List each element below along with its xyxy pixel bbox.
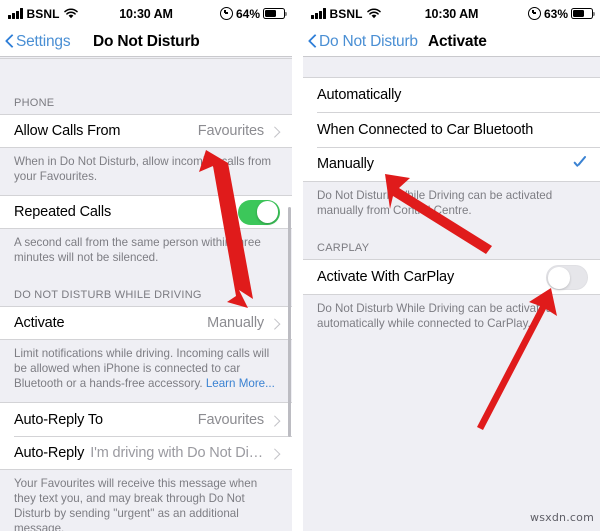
row-title: Auto-Reply [14,444,85,461]
activate-with-carplay-toggle[interactable] [546,264,588,290]
footnote-allow-calls: When in Do Not Disturb, allow incoming c… [14,155,272,183]
chevron-right-icon [271,316,280,330]
panel-gutter [292,0,303,531]
row-value: Favourites [197,411,264,428]
left-phone-panel: BSNL 10:30 AM 64% Settings Do Not Distur… [0,0,292,531]
row-title: Allow Calls From [14,123,121,139]
battery-icon [571,8,596,19]
option-label: Manually [317,156,374,172]
footnote-repeated-calls: A second call from the same person withi… [14,236,261,264]
row-value: Manually [207,315,264,331]
row-inline-value: I'm driving with Do Not Distu... [90,444,264,461]
row-allow-calls-from[interactable]: Allow Calls From Favourites [0,114,292,148]
top-spacer [303,57,600,77]
row-title: Repeated Calls [14,204,112,220]
checkmark-icon [572,156,588,172]
row-activate[interactable]: Activate Manually [0,306,292,340]
right-status-bar-right: 63% [527,6,596,21]
page-title: Do Not Disturb [93,32,200,50]
toggle-knob [548,267,570,289]
section-header-carplay: CARPLAY [317,242,370,254]
alarm-clock-icon [219,7,233,20]
page-title: Activate [428,32,487,50]
footnote-carplay: Do Not Disturb While Driving can be acti… [317,302,553,330]
row-auto-reply[interactable]: Auto-Reply I'm driving with Do Not Distu… [0,436,292,470]
clipped-divider [0,58,292,59]
chevron-right-icon [271,413,280,427]
option-label: When Connected to Car Bluetooth [317,121,534,138]
clipped-footnote-row: iPhone is locked. [0,57,292,84]
row-title: Activate [14,315,65,331]
chevron-right-icon [271,446,280,460]
right-status-bar: BSNL 10:30 AM 63% [303,0,600,27]
row-repeated-calls[interactable]: Repeated Calls [0,195,292,229]
left-scroll-indicator[interactable] [288,207,291,437]
learn-more-link[interactable]: Learn More... [206,377,275,390]
right-phone-panel: BSNL 10:30 AM 63% Do Not Disturb Activat… [303,0,600,531]
option-manually[interactable]: Manually [303,147,600,182]
repeated-calls-toggle[interactable] [238,199,280,225]
row-activate-with-carplay[interactable]: Activate With CarPlay [303,259,600,295]
watermark: wsxdn.com [530,511,594,524]
left-content: iPhone is locked. PHONE Allow Calls From… [0,57,292,531]
alarm-clock-icon [527,7,541,20]
right-nav-bar: Do Not Disturb Activate [303,27,600,57]
left-status-bar: BSNL 10:30 AM 64% [0,0,292,27]
battery-icon [263,8,288,19]
option-automatically[interactable]: Automatically [303,77,600,112]
left-status-bar-right: 64% [219,6,288,21]
row-value: Favourites [197,123,264,139]
section-header-dnd-while-driving: DO NOT DISTURB WHILE DRIVING [14,289,202,301]
battery-percent-label: 63% [543,6,568,21]
left-nav-bar: Settings Do Not Disturb [0,27,292,57]
footnote-options: Do Not Disturb While Driving can be acti… [317,189,553,217]
footnote-activate: Limit notifications while driving. Incom… [0,340,292,402]
row-auto-reply-to[interactable]: Auto-Reply To Favourites [0,402,292,436]
toggle-knob [256,201,279,223]
footnote-auto-reply: Your Favourites will receive this messag… [14,477,258,531]
section-header-phone: PHONE [14,97,55,109]
option-when-connected-to-car-bluetooth[interactable]: When Connected to Car Bluetooth [303,112,600,147]
option-label: Automatically [317,87,402,103]
battery-percent-label: 64% [235,6,260,21]
row-title: Auto-Reply To [14,411,103,428]
screenshot-stage: BSNL 10:30 AM 64% Settings Do Not Distur… [0,0,600,531]
row-title: Activate With CarPlay [317,269,455,285]
right-content: Automatically When Connected to Car Blue… [303,57,600,531]
chevron-right-icon [271,124,280,138]
